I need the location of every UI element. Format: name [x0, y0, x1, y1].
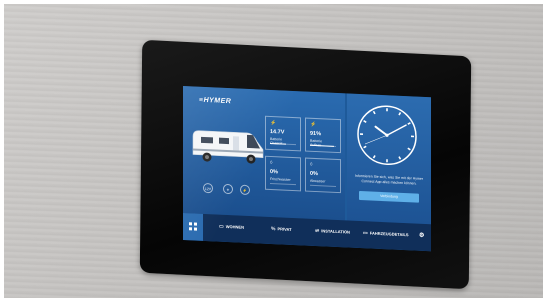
photo-border: [0, 0, 547, 302]
